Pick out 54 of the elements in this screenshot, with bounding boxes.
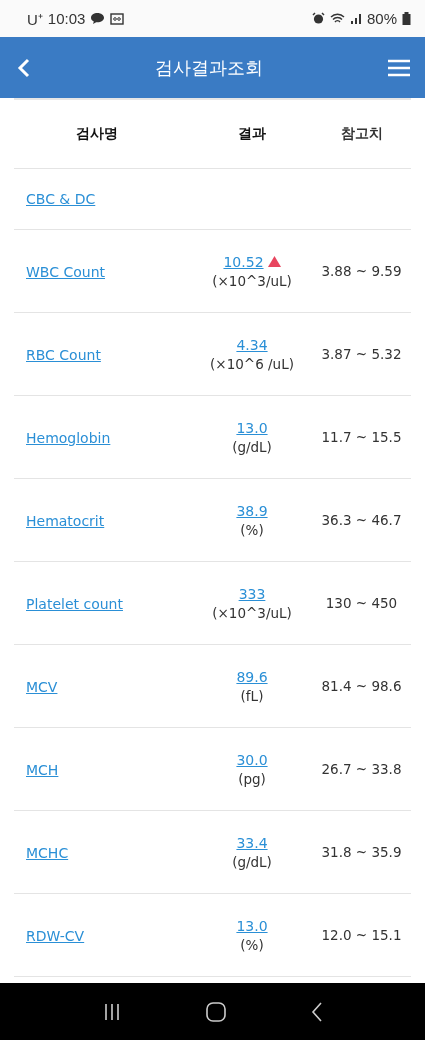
reference-range: 130 ~ 450 bbox=[324, 595, 399, 611]
reference-range: 3.88 ~ 9.59 bbox=[320, 263, 403, 279]
reference-range: 3.87 ~ 5.32 bbox=[320, 346, 403, 362]
test-name-link[interactable]: RDW-CV bbox=[26, 927, 85, 944]
signal-icon bbox=[349, 12, 362, 25]
menu-icon[interactable] bbox=[387, 58, 411, 77]
unit-text: (%) bbox=[240, 521, 264, 538]
wifi-icon bbox=[329, 12, 345, 25]
result-value-link[interactable]: 4.34 bbox=[236, 336, 268, 353]
unit-text: (g/dL) bbox=[232, 438, 272, 455]
result-value-link[interactable]: 333 bbox=[238, 585, 266, 602]
test-name-link[interactable]: Platelet count bbox=[26, 595, 123, 612]
test-name-link[interactable]: RBC Count bbox=[26, 346, 101, 363]
reference-range: 81.4 ~ 98.6 bbox=[320, 678, 403, 694]
reference-range: 12.0 ~ 15.1 bbox=[320, 927, 403, 943]
result-value-link[interactable]: 30.0 bbox=[236, 751, 268, 768]
battery-text: 80% bbox=[366, 10, 397, 27]
unit-text: (×10^3/uL) bbox=[212, 272, 292, 289]
result-value-link[interactable]: 13.0 bbox=[236, 419, 268, 436]
column-header: 검사명 bbox=[75, 125, 119, 143]
reference-range: 26.7 ~ 33.8 bbox=[320, 761, 403, 777]
test-name-link[interactable]: WBC Count bbox=[26, 263, 105, 280]
unit-text: (fL) bbox=[240, 687, 264, 704]
unit-text: (g/dL) bbox=[232, 853, 272, 870]
carrier-text: U⁺ bbox=[27, 9, 43, 29]
unit-text: (%) bbox=[240, 936, 264, 953]
test-name-link[interactable]: Hemoglobin bbox=[26, 429, 111, 446]
recents-icon[interactable] bbox=[102, 1002, 121, 1021]
unit-text: (pg) bbox=[238, 770, 266, 787]
back-icon[interactable] bbox=[310, 1001, 323, 1022]
unit-text: (×10^3/uL) bbox=[212, 604, 292, 621]
tape-icon bbox=[110, 12, 125, 25]
reference-range: 31.8 ~ 35.9 bbox=[320, 844, 403, 860]
test-name-link[interactable]: MCH bbox=[26, 761, 59, 778]
test-name-link[interactable]: Hematocrit bbox=[26, 512, 105, 529]
result-value-link[interactable]: 38.9 bbox=[236, 502, 268, 519]
group-link[interactable]: CBC & DC bbox=[26, 191, 96, 207]
alarm-clock-icon bbox=[311, 12, 325, 25]
unit-text: (×10^6 /uL) bbox=[210, 355, 294, 372]
column-header: 결과 bbox=[237, 125, 267, 143]
test-name-link[interactable]: MCV bbox=[26, 678, 58, 695]
chat-bubble-icon bbox=[90, 12, 106, 25]
home-icon[interactable] bbox=[205, 1001, 226, 1022]
result-value-link[interactable]: 33.4 bbox=[236, 834, 268, 851]
reference-range: 36.3 ~ 46.7 bbox=[320, 512, 403, 528]
reference-range: 11.7 ~ 15.5 bbox=[320, 429, 403, 445]
test-name-link[interactable]: MCHC bbox=[26, 844, 69, 861]
column-header: 참고치 bbox=[339, 125, 384, 143]
battery-icon bbox=[402, 12, 411, 25]
result-value-link[interactable]: 10.52 bbox=[223, 253, 264, 270]
page-title: 검사결과조회 bbox=[155, 55, 263, 80]
result-value-link[interactable]: 89.6 bbox=[236, 668, 268, 685]
clock-text: 10:03 bbox=[47, 10, 86, 27]
result-value-link[interactable]: 13.0 bbox=[236, 917, 268, 934]
